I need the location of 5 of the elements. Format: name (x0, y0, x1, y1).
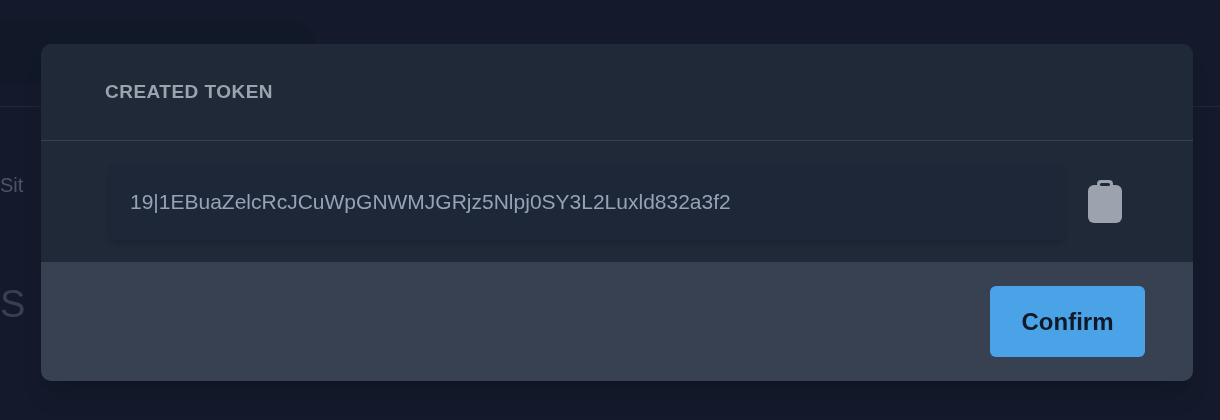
confirm-button[interactable]: Confirm (990, 286, 1145, 357)
dialog-title: CREATED TOKEN (105, 79, 274, 104)
token-field[interactable]: 19|1EBuaZelcRcJCuWpGNWMJGRjz5Nlpj0SY3L2Luxld832a3f2 (110, 163, 1065, 240)
nav-label: Sit (0, 175, 24, 195)
clipboard-icon[interactable] (1087, 179, 1123, 224)
